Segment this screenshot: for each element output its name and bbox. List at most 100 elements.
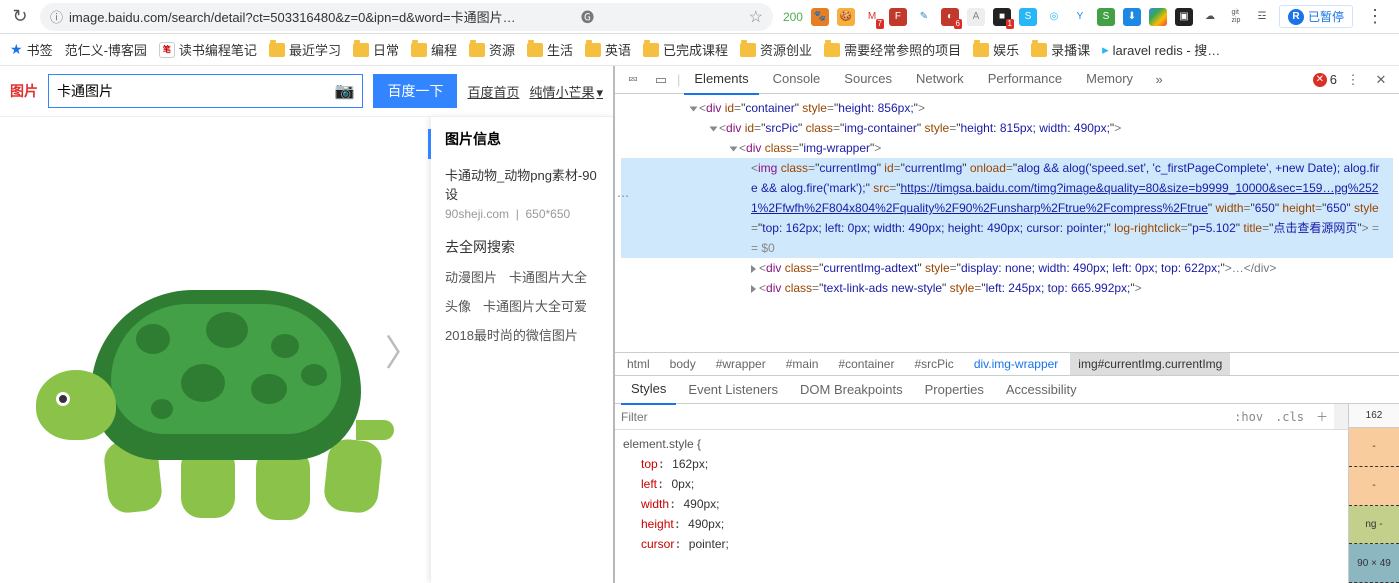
search-button[interactable]: 百度一下	[373, 74, 457, 108]
related-term[interactable]: 动漫图片	[445, 267, 497, 286]
devtools-close-icon[interactable]: ✕	[1369, 72, 1393, 88]
profile-paused-button[interactable]: R 已暂停	[1279, 5, 1353, 28]
related-term[interactable]: 卡通图片大全可爱	[483, 296, 587, 315]
related-term[interactable]: 卡通图片大全	[509, 267, 587, 286]
selected-line-gutter-icon[interactable]: ⋯	[617, 186, 630, 206]
devtools-tab-network[interactable]: Network	[906, 65, 974, 95]
current-image[interactable]	[36, 270, 396, 570]
error-count[interactable]: 6	[1330, 72, 1337, 87]
breadcrumb-segment[interactable]: html	[619, 353, 658, 375]
dom-node-selected[interactable]: <img class="currentImg" id="currentImg" …	[621, 158, 1393, 258]
styles-filter-input[interactable]	[615, 410, 1228, 424]
breadcrumb-segment[interactable]: #srcPic	[906, 353, 961, 375]
search-wrap: 📷	[48, 74, 363, 108]
bookmark-item[interactable]: 录播课	[1031, 40, 1090, 59]
bookmark-item[interactable]: 最近学习	[269, 40, 341, 59]
download-icon[interactable]: ⬇	[1123, 8, 1141, 26]
breadcrumb-segment[interactable]: #container	[830, 353, 902, 375]
devtools-tab-performance[interactable]: Performance	[978, 65, 1072, 95]
baidu-image-logo[interactable]: 图片	[10, 81, 38, 101]
bookmark-star-icon[interactable]: ☆	[749, 7, 763, 27]
translate-icon[interactable]: 🅖	[581, 7, 594, 26]
bookmark-item[interactable]: 范仁义-博客园	[65, 40, 147, 59]
ext-icon[interactable]	[1149, 8, 1167, 26]
cloud-icon[interactable]: ☁	[1201, 8, 1219, 26]
ext-icon[interactable]: ■1	[993, 8, 1011, 26]
search-input[interactable]	[49, 83, 327, 99]
bookmark-item[interactable]: 日常	[353, 40, 399, 59]
ext-icon[interactable]: ◐6	[941, 8, 959, 26]
bookmark-item[interactable]: ★书签	[10, 40, 53, 59]
breadcrumb-segment[interactable]: body	[662, 353, 704, 375]
breadcrumb-segment[interactable]: #wrapper	[708, 353, 774, 375]
ext-icon[interactable]: ▣	[1175, 8, 1193, 26]
ext-icon[interactable]: 🍪	[837, 8, 855, 26]
dom-node[interactable]: <div id="srcPic" class="img-container" s…	[621, 118, 1393, 138]
ext-icon[interactable]: Y	[1071, 8, 1089, 26]
more-tabs-icon[interactable]: »	[1147, 72, 1171, 87]
style-rule[interactable]: element.style {top: 162px;left: 0px;widt…	[615, 430, 1348, 558]
bookmark-item[interactable]: 资源创业	[740, 40, 812, 59]
ext-icon[interactable]: ◎	[1045, 8, 1063, 26]
related-term[interactable]: 2018最时尚的微信图片	[445, 325, 578, 344]
breadcrumb-segment[interactable]: #main	[778, 353, 827, 375]
device-toggle-icon[interactable]: ▭	[649, 72, 673, 88]
styles-subtab[interactable]: Event Listeners	[678, 376, 788, 404]
bookmark-item[interactable]: 笔读书编程笔记	[159, 40, 257, 59]
add-style-icon[interactable]: ＋	[1310, 408, 1334, 425]
baidu-home-link[interactable]: 百度首页	[467, 82, 519, 101]
gmail-icon[interactable]: M7	[863, 8, 881, 26]
related-term[interactable]: 头像	[445, 296, 471, 315]
devtools-tab-console[interactable]: Console	[763, 65, 831, 95]
bookmark-item[interactable]: 英语	[585, 40, 631, 59]
error-icon[interactable]: ✕	[1313, 73, 1327, 87]
scrollbar[interactable]	[1334, 404, 1348, 429]
camera-icon[interactable]: 📷	[327, 81, 363, 101]
reload-icon[interactable]: ↻	[6, 3, 34, 31]
inspect-icon[interactable]: ⮹	[621, 72, 645, 88]
bookmark-item[interactable]: 编程	[411, 40, 457, 59]
ext-icon[interactable]: S	[1097, 8, 1115, 26]
dom-node[interactable]: <div class="text-link-ads new-style" sty…	[621, 278, 1393, 298]
elements-tree[interactable]: ⋯ <div id="container" style="height: 856…	[615, 94, 1399, 352]
bookmark-item[interactable]: 资源	[469, 40, 515, 59]
eyedropper-icon[interactable]: ✎	[915, 8, 933, 26]
styles-subtab[interactable]: Properties	[915, 376, 994, 404]
devtools-tab-sources[interactable]: Sources	[834, 65, 902, 95]
next-image-chevron-icon[interactable]: 〉	[385, 324, 421, 376]
styles-subtab[interactable]: Accessibility	[996, 376, 1087, 404]
ext-icon[interactable]: A	[967, 8, 985, 26]
dom-node[interactable]: <div class="currentImg-adtext" style="di…	[621, 258, 1393, 278]
go-web-search[interactable]: 去全网搜索	[431, 237, 613, 257]
bookmark-item[interactable]: ▸laravel redis - 搜…	[1102, 40, 1220, 59]
devtools-menu-icon[interactable]: ⋮	[1341, 72, 1365, 88]
cls-toggle[interactable]: .cls	[1269, 410, 1310, 424]
devtools-tab-memory[interactable]: Memory	[1076, 65, 1143, 95]
dom-node[interactable]: <div id="container" style="height: 856px…	[621, 98, 1393, 118]
bookmark-item[interactable]: 生活	[527, 40, 573, 59]
dom-node[interactable]: <div class="img-wrapper">	[621, 138, 1393, 158]
ext-icon[interactable]: S	[1019, 8, 1037, 26]
ext-icon[interactable]: 🐾	[811, 8, 829, 26]
kebab-menu-icon[interactable]: ⋮	[1361, 3, 1389, 31]
image-title[interactable]: 卡通动物_动物png素材-90设	[445, 165, 599, 203]
styles-subtab[interactable]: Styles	[621, 375, 676, 405]
user-dropdown[interactable]: 纯情小芒果	[529, 82, 603, 101]
box-top-value: 162	[1349, 404, 1399, 428]
hov-toggle[interactable]: :hov	[1228, 410, 1269, 424]
gitzip-icon[interactable]: gitzip	[1227, 8, 1245, 26]
bookmark-item[interactable]: 需要经常参照的项目	[824, 40, 961, 59]
image-source-site[interactable]: 90sheji.com	[445, 207, 509, 221]
breadcrumb-segment[interactable]: div.img-wrapper	[966, 353, 1066, 375]
styles-subtab[interactable]: DOM Breakpoints	[790, 376, 913, 404]
site-icon: ▸	[1102, 42, 1109, 58]
image-viewer: 〉	[0, 117, 431, 583]
omnibox[interactable]: ⓘ image.baidu.com/search/detail?ct=50331…	[40, 3, 773, 31]
box-border: -	[1349, 467, 1399, 506]
ext-icon[interactable]: ☲	[1253, 8, 1271, 26]
devtools-tab-elements[interactable]: Elements	[684, 65, 758, 95]
ext-icon[interactable]: F	[889, 8, 907, 26]
bookmark-item[interactable]: 已完成课程	[643, 40, 728, 59]
bookmark-item[interactable]: 娱乐	[973, 40, 1019, 59]
breadcrumb-segment[interactable]: img#currentImg.currentImg	[1070, 353, 1230, 375]
